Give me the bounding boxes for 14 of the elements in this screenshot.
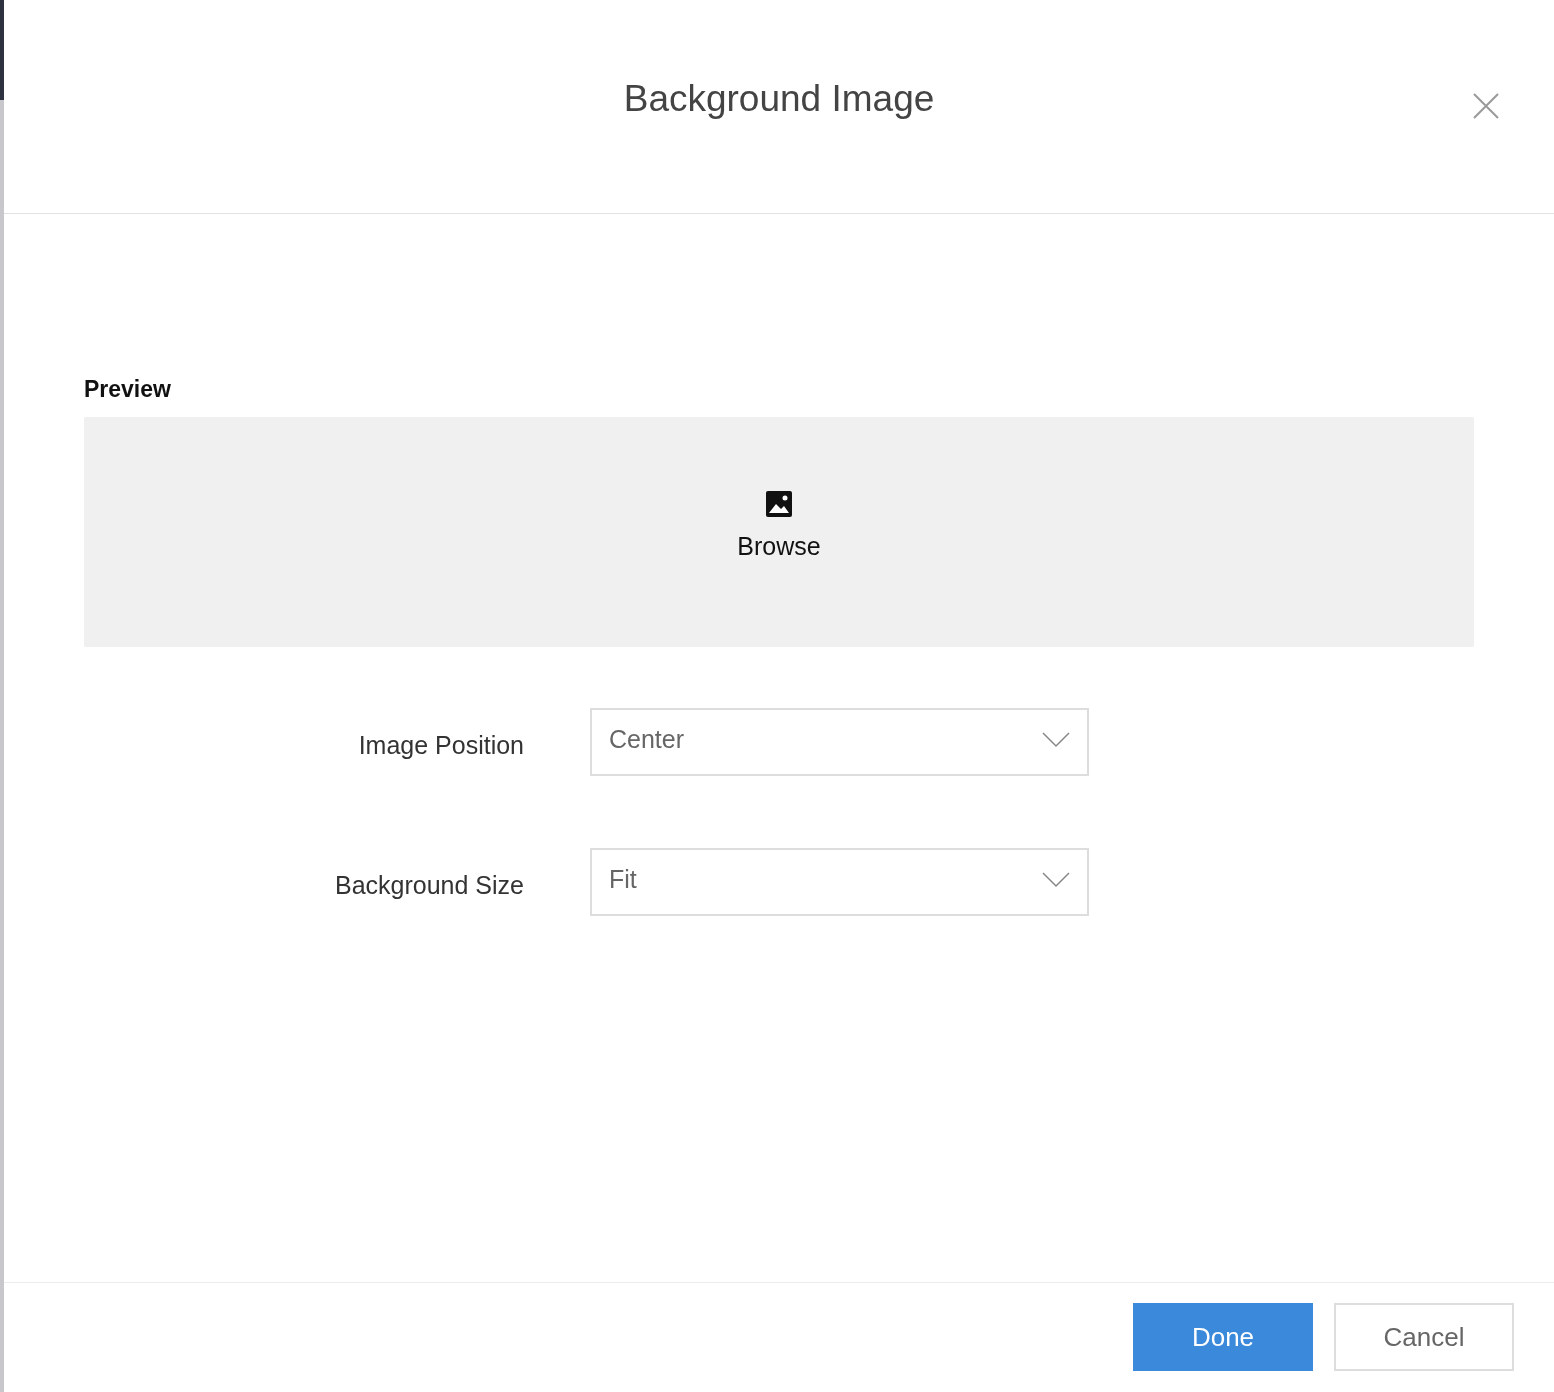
- preview-label: Preview: [84, 375, 171, 404]
- dialog-title: Background Image: [623, 76, 935, 121]
- field-label: Background Size: [334, 869, 524, 901]
- done-button[interactable]: Done: [1133, 1303, 1313, 1371]
- dropdown-field[interactable]: Fit: [590, 847, 1089, 916]
- chevron-down-icon: [1042, 871, 1070, 888]
- browse-label: Browse: [737, 530, 821, 562]
- cancel-button[interactable]: Cancel: [1334, 1303, 1514, 1371]
- dropdown-field[interactable]: Center: [590, 707, 1089, 776]
- chevron-down-icon: [1042, 731, 1070, 748]
- image-icon: [765, 489, 793, 518]
- preview-dropzone[interactable]: Browse: [84, 416, 1474, 647]
- field-label: Image Position: [357, 729, 524, 761]
- close-icon[interactable]: [1472, 92, 1500, 120]
